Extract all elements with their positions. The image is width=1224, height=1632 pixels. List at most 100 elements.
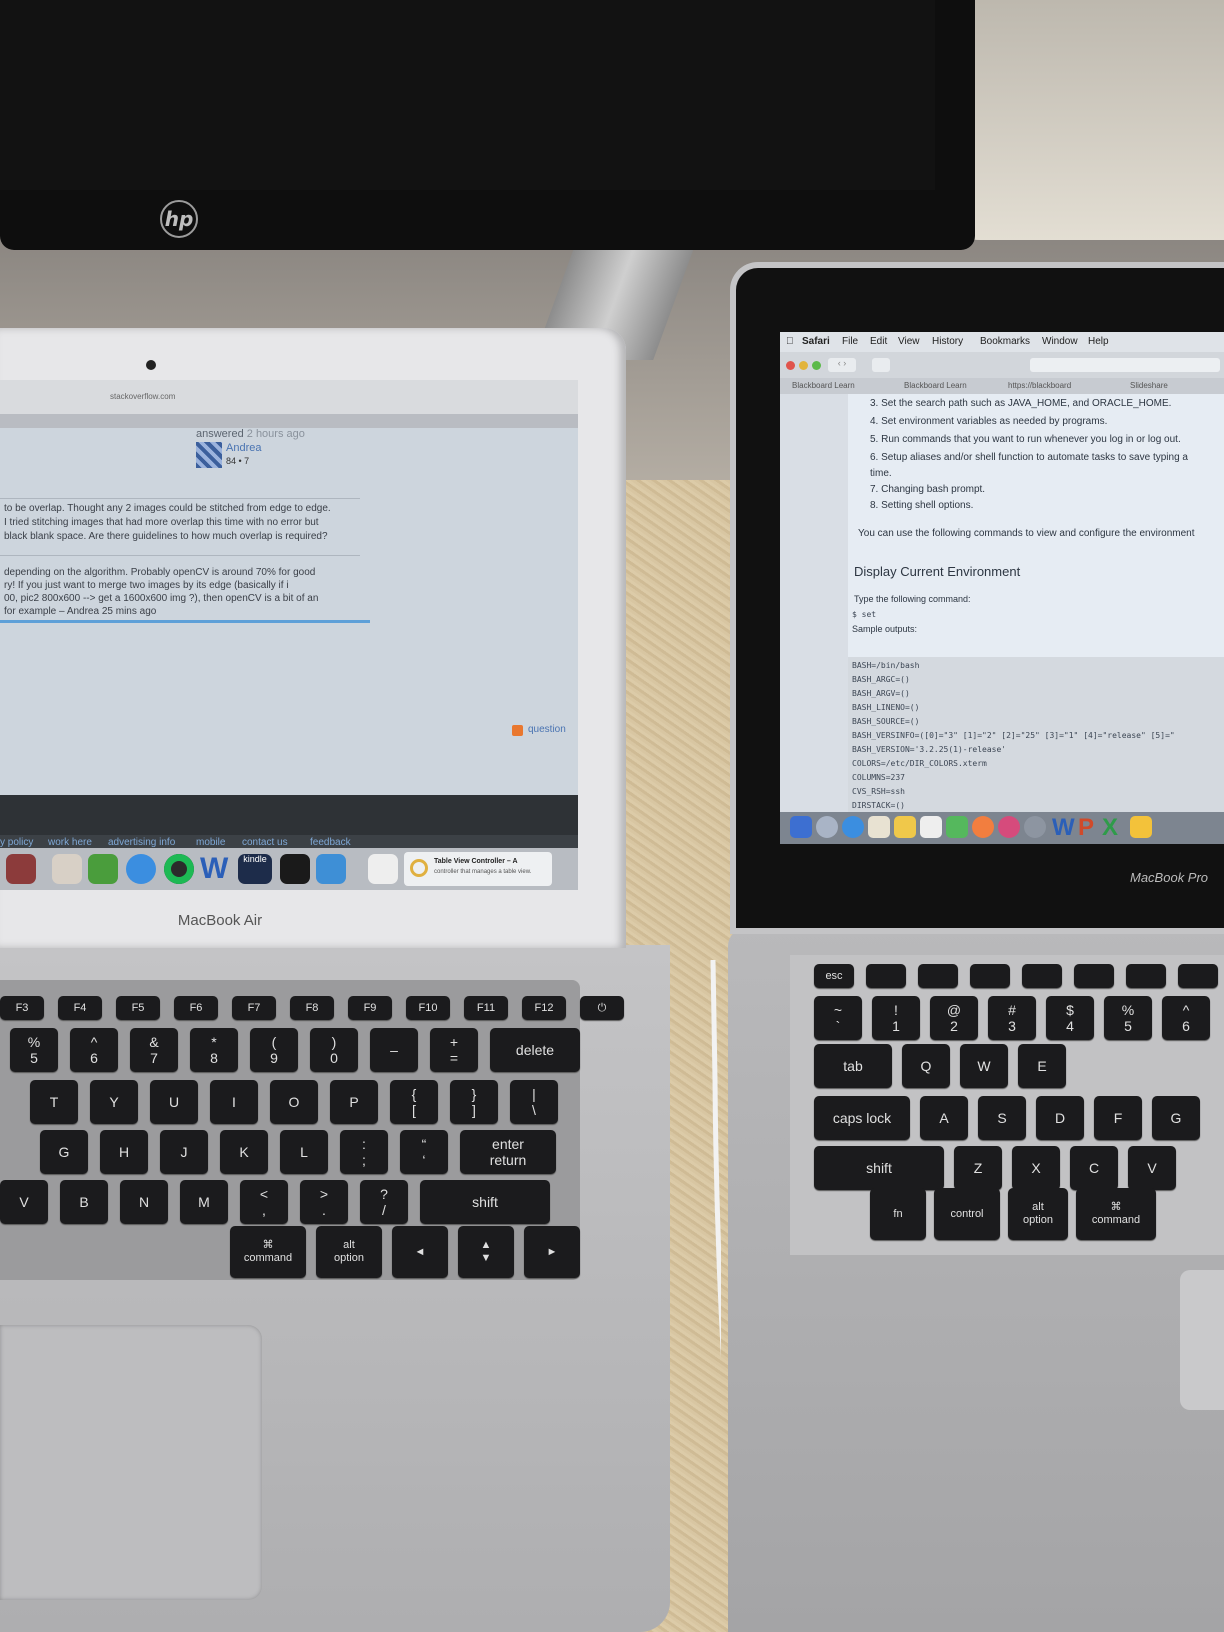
key[interactable]: T	[30, 1080, 78, 1124]
key[interactable]: shift	[814, 1146, 944, 1190]
stickies-icon[interactable]	[1130, 816, 1152, 838]
key[interactable]: ^ 6	[1162, 996, 1210, 1040]
key[interactable]: L	[280, 1130, 328, 1174]
key[interactable]: ►	[524, 1226, 580, 1278]
menu-bookmarks[interactable]: Bookmarks	[980, 336, 1030, 347]
key[interactable]: E	[1018, 1044, 1066, 1088]
footer-link[interactable]: work here	[48, 837, 92, 848]
key[interactable]: F8	[290, 996, 334, 1020]
key[interactable]: C	[1070, 1146, 1118, 1190]
key[interactable]: F9	[348, 996, 392, 1020]
notes-icon[interactable]	[894, 816, 916, 838]
key[interactable]: ⌘ command	[230, 1226, 306, 1278]
key[interactable]: K	[220, 1130, 268, 1174]
safari-icon[interactable]	[842, 816, 864, 838]
key[interactable]: P	[330, 1080, 378, 1124]
key[interactable]: G	[1152, 1096, 1200, 1140]
menu-edit[interactable]: Edit	[870, 336, 887, 347]
key[interactable]: ~ `	[814, 996, 862, 1040]
apple-icon[interactable]: 	[786, 336, 794, 347]
footer-link[interactable]: y policy	[0, 837, 33, 848]
key[interactable]: A	[920, 1096, 968, 1140]
key[interactable]: H	[100, 1130, 148, 1174]
powerpoint-icon[interactable]: P	[1078, 814, 1094, 842]
key[interactable]: O	[270, 1080, 318, 1124]
user-avatar[interactable]	[196, 442, 222, 468]
mail-icon[interactable]	[868, 816, 890, 838]
key[interactable]: ? /	[360, 1180, 408, 1224]
key[interactable]: N	[120, 1180, 168, 1224]
key[interactable]: S	[978, 1096, 1026, 1140]
word-icon[interactable]: W	[1052, 814, 1075, 842]
key[interactable]: X	[1012, 1146, 1060, 1190]
key[interactable]: & 7	[130, 1028, 178, 1072]
key[interactable]: ⏻	[580, 996, 624, 1020]
key[interactable]: V	[1128, 1146, 1176, 1190]
messages-icon[interactable]	[946, 816, 968, 838]
key[interactable]: F4	[58, 996, 102, 1020]
key[interactable]: * 8	[190, 1028, 238, 1072]
key[interactable]: enter return	[460, 1130, 556, 1174]
key[interactable]: control	[934, 1188, 1000, 1240]
address-bar[interactable]	[1030, 358, 1220, 372]
photo-booth-icon[interactable]	[6, 854, 36, 884]
terminal-icon[interactable]	[280, 854, 310, 884]
key[interactable]: delete	[490, 1028, 580, 1072]
notes-icon[interactable]	[368, 854, 398, 884]
key[interactable]: B	[60, 1180, 108, 1224]
tab-slideshare[interactable]: Slideshare	[1130, 381, 1168, 390]
key[interactable]	[1022, 964, 1062, 988]
tab-blackboard-url[interactable]: https://blackboard	[1008, 381, 1071, 390]
key[interactable]: tab	[814, 1044, 892, 1088]
key[interactable]: F5	[116, 996, 160, 1020]
excel-icon[interactable]: X	[1102, 814, 1118, 842]
back-forward-buttons[interactable]: ‹ ›	[828, 358, 856, 372]
launchpad-icon[interactable]	[816, 816, 838, 838]
key[interactable]: % 5	[10, 1028, 58, 1072]
footer-link[interactable]: mobile	[196, 837, 225, 848]
tab-blackboard-1[interactable]: Blackboard Learn	[792, 381, 855, 390]
key[interactable]: F12	[522, 996, 566, 1020]
finder-icon[interactable]	[790, 816, 812, 838]
key[interactable]: ! 1	[872, 996, 920, 1040]
rss-question-link[interactable]: question	[528, 724, 566, 735]
itunes-icon[interactable]	[998, 816, 1020, 838]
spotify-icon[interactable]	[164, 854, 194, 884]
key[interactable]: Y	[90, 1080, 138, 1124]
key[interactable]: Q	[902, 1044, 950, 1088]
key[interactable]	[1178, 964, 1218, 988]
key[interactable]: F6	[174, 996, 218, 1020]
key[interactable]: ◄	[392, 1226, 448, 1278]
tab-blackboard-2[interactable]: Blackboard Learn	[904, 381, 967, 390]
key[interactable]: V	[0, 1180, 48, 1224]
menu-safari[interactable]: Safari	[802, 336, 830, 347]
menu-window[interactable]: Window	[1042, 336, 1078, 347]
key[interactable]: “ ‘	[400, 1130, 448, 1174]
key[interactable]	[866, 964, 906, 988]
key[interactable]: + =	[430, 1028, 478, 1072]
user-name-link[interactable]: Andrea	[226, 442, 261, 454]
key[interactable]: I	[210, 1080, 258, 1124]
rss-icon[interactable]	[512, 725, 523, 736]
url-field[interactable]: stackoverflow.com	[110, 392, 175, 401]
key[interactable]: D	[1036, 1096, 1084, 1140]
key[interactable]: alt option	[316, 1226, 382, 1278]
key[interactable]: < ,	[240, 1180, 288, 1224]
key[interactable]: # 3	[988, 996, 1036, 1040]
macbook-air-trackpad[interactable]	[0, 1325, 262, 1600]
system-preferences-icon[interactable]	[1024, 816, 1046, 838]
footer-link[interactable]: feedback	[310, 837, 351, 848]
key[interactable]: : ;	[340, 1130, 388, 1174]
key[interactable]: W	[960, 1044, 1008, 1088]
key[interactable]: F7	[232, 996, 276, 1020]
kindle-icon[interactable]: kindle	[238, 854, 272, 884]
key[interactable]: @ 2	[930, 996, 978, 1040]
minimize-button[interactable]	[799, 361, 808, 370]
key[interactable]: F3	[0, 996, 44, 1020]
zoom-button[interactable]	[812, 361, 821, 370]
key[interactable]: –	[370, 1028, 418, 1072]
calendar-icon[interactable]	[920, 816, 942, 838]
calendar-icon[interactable]	[52, 854, 82, 884]
key[interactable]: | \	[510, 1080, 558, 1124]
photos-icon[interactable]	[972, 816, 994, 838]
